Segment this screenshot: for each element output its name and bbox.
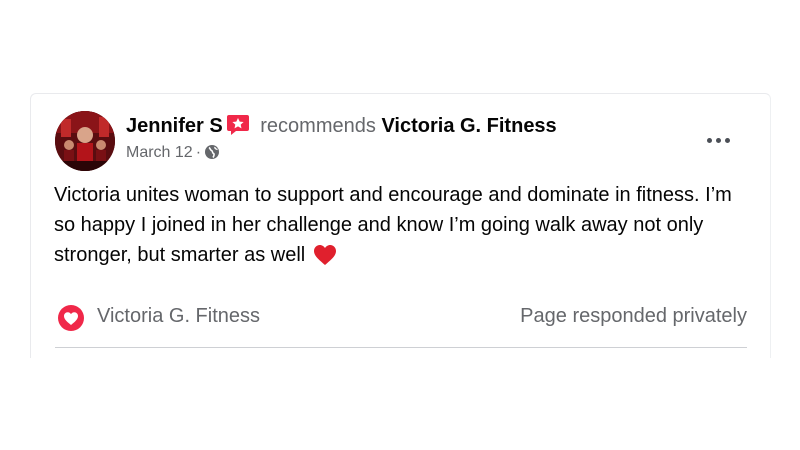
page-name-link[interactable]: Victoria G. Fitness (381, 115, 556, 137)
post-header: Jennifer S recommends Victoria G. Fitnes… (126, 114, 557, 142)
more-options-icon[interactable] (703, 132, 733, 148)
response-status: Page responded privately (520, 305, 747, 327)
page-response-row: Victoria G. Fitness Page responded priva… (57, 302, 747, 332)
more-dot (724, 137, 730, 143)
post-body: Victoria unites woman to support and enc… (54, 180, 734, 275)
more-dot (706, 137, 712, 143)
globe-icon (204, 144, 220, 166)
response-page-name[interactable]: Victoria G. Fitness (97, 305, 260, 328)
divider (55, 347, 747, 348)
recommend-star-icon (226, 114, 250, 142)
author-name[interactable]: Jennifer S (126, 115, 223, 137)
heart-emoji-icon (313, 244, 337, 275)
post-date[interactable]: March 12 (126, 144, 193, 161)
more-dot (715, 137, 721, 143)
recommends-text: recommends (260, 115, 376, 137)
post-meta: March 12 · (126, 143, 220, 166)
post-body-text: Victoria unites woman to support and enc… (54, 184, 732, 266)
date-separator: · (195, 144, 202, 161)
review-card: Jennifer S recommends Victoria G. Fitnes… (30, 93, 771, 358)
heart-circle-icon (57, 304, 85, 337)
avatar[interactable] (55, 111, 115, 171)
avatar-photo (55, 111, 115, 171)
